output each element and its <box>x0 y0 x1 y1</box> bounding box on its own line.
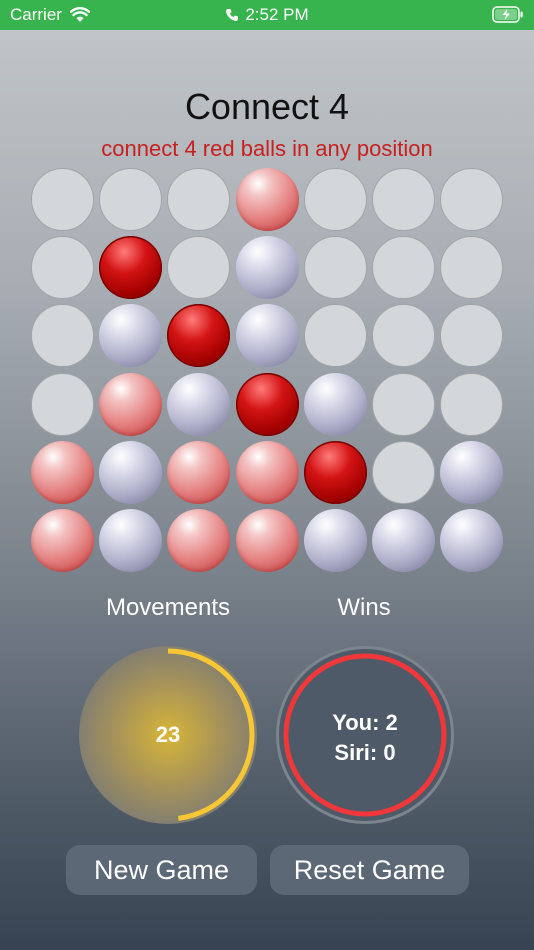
board-cell-r5-c5-dark[interactable] <box>304 441 367 504</box>
board-cell-r4-c2-red[interactable] <box>99 373 162 436</box>
board-cell-r3-c4-blue[interactable] <box>236 304 299 367</box>
board-cell-r4-c4-dark[interactable] <box>236 373 299 436</box>
board-cell-r3-c5-empty[interactable] <box>304 304 367 367</box>
board-cell-r4-c5-blue[interactable] <box>304 373 367 436</box>
board-cell-r5-c7-blue[interactable] <box>440 441 503 504</box>
board-cell-r2-c5-empty[interactable] <box>304 236 367 299</box>
board-cell-r6-c2-blue[interactable] <box>99 509 162 572</box>
board-cell-r3-c7-empty[interactable] <box>440 304 503 367</box>
board-cell-r4-c6-empty[interactable] <box>372 373 435 436</box>
board-cell-r2-c7-empty[interactable] <box>440 236 503 299</box>
wins-score: You: 2 Siri: 0 <box>276 708 454 768</box>
board-cell-r5-c2-blue[interactable] <box>99 441 162 504</box>
board-cell-r5-c4-red[interactable] <box>236 441 299 504</box>
board-cell-r6-c5-blue[interactable] <box>304 509 367 572</box>
board-cell-r3-c3-dark[interactable] <box>167 304 230 367</box>
board-cell-r1-c1-empty[interactable] <box>31 168 94 231</box>
new-game-button[interactable]: New Game <box>66 845 257 895</box>
board-cell-r3-c2-blue[interactable] <box>99 304 162 367</box>
reset-game-button[interactable]: Reset Game <box>270 845 469 895</box>
board-cell-r3-c1-empty[interactable] <box>31 304 94 367</box>
board-cell-r2-c3-empty[interactable] <box>167 236 230 299</box>
board-cell-r4-c1-empty[interactable] <box>31 373 94 436</box>
board-cell-r6-c4-red[interactable] <box>236 509 299 572</box>
movements-count: 23 <box>155 722 181 747</box>
board-cell-r2-c1-empty[interactable] <box>31 236 94 299</box>
board-cell-r5-c3-red[interactable] <box>167 441 230 504</box>
wins-you: You: 2 <box>332 710 398 735</box>
board-cell-r4-c3-blue[interactable] <box>167 373 230 436</box>
board-cell-r1-c2-empty[interactable] <box>99 168 162 231</box>
wins-siri: Siri: 0 <box>334 740 396 765</box>
board-cell-r1-c4-red[interactable] <box>236 168 299 231</box>
board-cell-r2-c2-dark[interactable] <box>99 236 162 299</box>
board-cell-r5-c1-red[interactable] <box>31 441 94 504</box>
board-cell-r1-c6-empty[interactable] <box>372 168 435 231</box>
board-cell-r6-c1-red[interactable] <box>31 509 94 572</box>
board-cell-r2-c6-empty[interactable] <box>372 236 435 299</box>
board-cell-r6-c6-blue[interactable] <box>372 509 435 572</box>
wins-label: Wins <box>337 594 391 621</box>
board-cell-r5-c6-empty[interactable] <box>372 441 435 504</box>
board-cell-r4-c7-empty[interactable] <box>440 373 503 436</box>
movements-label: Movements <box>105 594 231 621</box>
board-cell-r1-c7-empty[interactable] <box>440 168 503 231</box>
board-cell-r6-c7-blue[interactable] <box>440 509 503 572</box>
board-cell-r6-c3-red[interactable] <box>167 509 230 572</box>
board-cell-r2-c4-blue[interactable] <box>236 236 299 299</box>
game-board <box>0 0 534 580</box>
board-cell-r1-c3-empty[interactable] <box>167 168 230 231</box>
board-cell-r1-c5-empty[interactable] <box>304 168 367 231</box>
board-cell-r3-c6-empty[interactable] <box>372 304 435 367</box>
